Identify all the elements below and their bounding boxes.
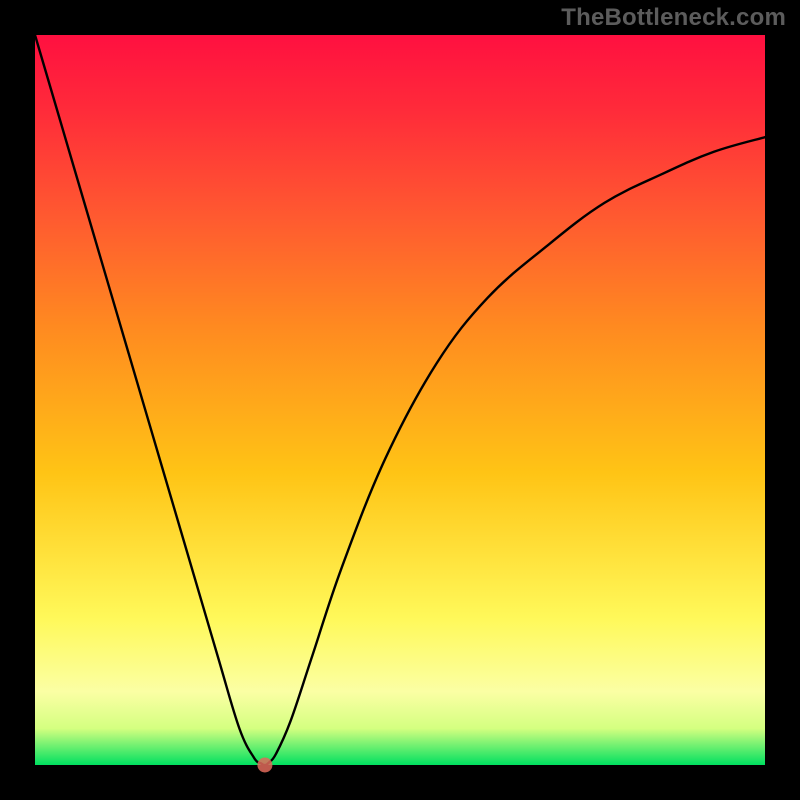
bottleneck-curve bbox=[35, 35, 765, 765]
watermark-text: TheBottleneck.com bbox=[561, 4, 786, 32]
chart-frame: TheBottleneck.com bbox=[0, 0, 800, 800]
optimum-marker-icon bbox=[257, 758, 272, 773]
plot-area bbox=[35, 35, 765, 765]
curve-layer bbox=[35, 35, 765, 765]
